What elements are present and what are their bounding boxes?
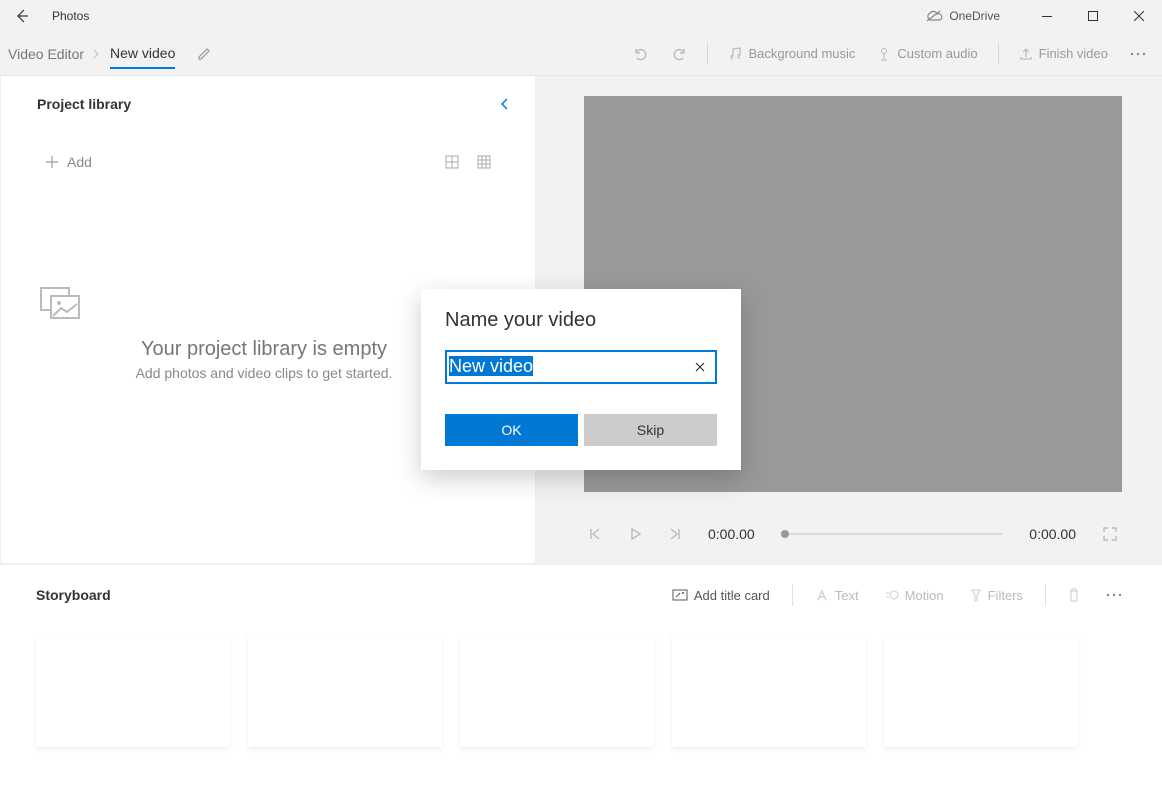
close-icon [1134, 11, 1144, 21]
plus-icon [45, 155, 59, 169]
toolbar: Video Editor New video Background music … [0, 32, 1162, 76]
redo-button[interactable] [663, 40, 695, 68]
storyboard-slots [36, 635, 1126, 747]
storyboard-title: Storyboard [36, 587, 111, 603]
add-title-card-label: Add title card [694, 588, 770, 603]
finish-video-button[interactable]: Finish video [1011, 40, 1116, 67]
chevron-right-icon [92, 49, 100, 59]
more-button[interactable] [1122, 46, 1154, 62]
current-time: 0:00.00 [708, 526, 755, 542]
onedrive-label: OneDrive [949, 9, 1000, 23]
pencil-icon [197, 47, 211, 61]
motion-icon [885, 588, 899, 602]
play-icon [628, 527, 642, 541]
custom-audio-button[interactable]: Custom audio [869, 40, 985, 67]
storyboard-slot[interactable] [672, 635, 866, 747]
add-label: Add [67, 154, 92, 170]
titlebar: Photos OneDrive [0, 0, 1162, 32]
export-icon [1019, 47, 1033, 61]
video-name-input[interactable]: New video [445, 350, 717, 384]
ellipsis-icon [1106, 593, 1122, 597]
text-label: Text [835, 588, 859, 603]
playback-controls: 0:00.00 0:00.00 [584, 504, 1122, 564]
breadcrumb-current[interactable]: New video [110, 45, 175, 69]
storyboard-panel: Storyboard Add title card Text Motion Fi… [0, 564, 1162, 798]
storyboard-slot[interactable] [248, 635, 442, 747]
fullscreen-icon [1102, 526, 1118, 542]
window-controls [1024, 0, 1162, 32]
filters-button: Filters [966, 584, 1027, 607]
redo-icon [671, 46, 687, 62]
undo-button[interactable] [625, 40, 657, 68]
breadcrumb-parent[interactable]: Video Editor [8, 46, 84, 62]
back-button[interactable] [6, 0, 38, 32]
skip-label: Skip [637, 422, 664, 438]
filters-icon [970, 588, 982, 602]
skip-forward-icon [668, 527, 682, 541]
minimize-button[interactable] [1024, 0, 1070, 32]
cloud-offline-icon [925, 10, 943, 22]
x-icon [695, 362, 705, 372]
skip-button[interactable]: Skip [584, 414, 717, 446]
motion-button: Motion [881, 584, 948, 607]
undo-icon [633, 46, 649, 62]
ok-button[interactable]: OK [445, 414, 578, 446]
custom-audio-label: Custom audio [897, 46, 977, 61]
next-frame-button[interactable] [668, 527, 682, 541]
storyboard-slot[interactable] [884, 635, 1078, 747]
text-icon [815, 589, 829, 601]
video-name-value: New video [449, 356, 533, 376]
onedrive-status[interactable]: OneDrive [925, 9, 1000, 23]
app-title: Photos [52, 9, 89, 23]
grid-small-icon [477, 155, 491, 169]
grid-large-icon [445, 155, 459, 169]
background-music-label: Background music [748, 46, 855, 61]
prev-frame-button[interactable] [588, 527, 602, 541]
storyboard-slot[interactable] [460, 635, 654, 747]
title-card-icon [672, 589, 688, 601]
arrow-left-icon [14, 8, 30, 24]
skip-back-icon [588, 527, 602, 541]
ok-label: OK [501, 422, 521, 438]
name-video-dialog: Name your video New video OK Skip [421, 289, 741, 470]
add-media-button[interactable]: Add [37, 150, 100, 174]
storyboard-slot[interactable] [36, 635, 230, 747]
grid-large-button[interactable] [445, 155, 459, 169]
dialog-title: Name your video [445, 309, 717, 332]
collapse-library-button[interactable] [499, 97, 513, 111]
fullscreen-button[interactable] [1102, 526, 1118, 542]
maximize-icon [1088, 11, 1098, 21]
maximize-button[interactable] [1070, 0, 1116, 32]
audio-icon [877, 47, 891, 61]
delete-button [1064, 584, 1084, 606]
play-button[interactable] [628, 527, 642, 541]
minimize-icon [1042, 16, 1052, 17]
add-title-card-button[interactable]: Add title card [668, 584, 774, 607]
scrubber[interactable] [781, 533, 1004, 535]
background-music-button[interactable]: Background music [720, 40, 863, 67]
motion-label: Motion [905, 588, 944, 603]
clear-input-button[interactable] [691, 362, 709, 372]
music-icon [728, 47, 742, 61]
trash-icon [1068, 588, 1080, 602]
ellipsis-icon [1130, 52, 1146, 56]
filters-label: Filters [988, 588, 1023, 603]
close-button[interactable] [1116, 0, 1162, 32]
storyboard-more-button[interactable] [1102, 589, 1126, 601]
chevron-left-icon [499, 97, 509, 111]
project-library-title: Project library [37, 96, 131, 112]
finish-video-label: Finish video [1039, 46, 1108, 61]
grid-small-button[interactable] [477, 155, 491, 169]
text-button: Text [811, 584, 863, 607]
total-time: 0:00.00 [1029, 526, 1076, 542]
rename-button[interactable] [197, 47, 211, 61]
breadcrumb: Video Editor New video [8, 39, 211, 69]
